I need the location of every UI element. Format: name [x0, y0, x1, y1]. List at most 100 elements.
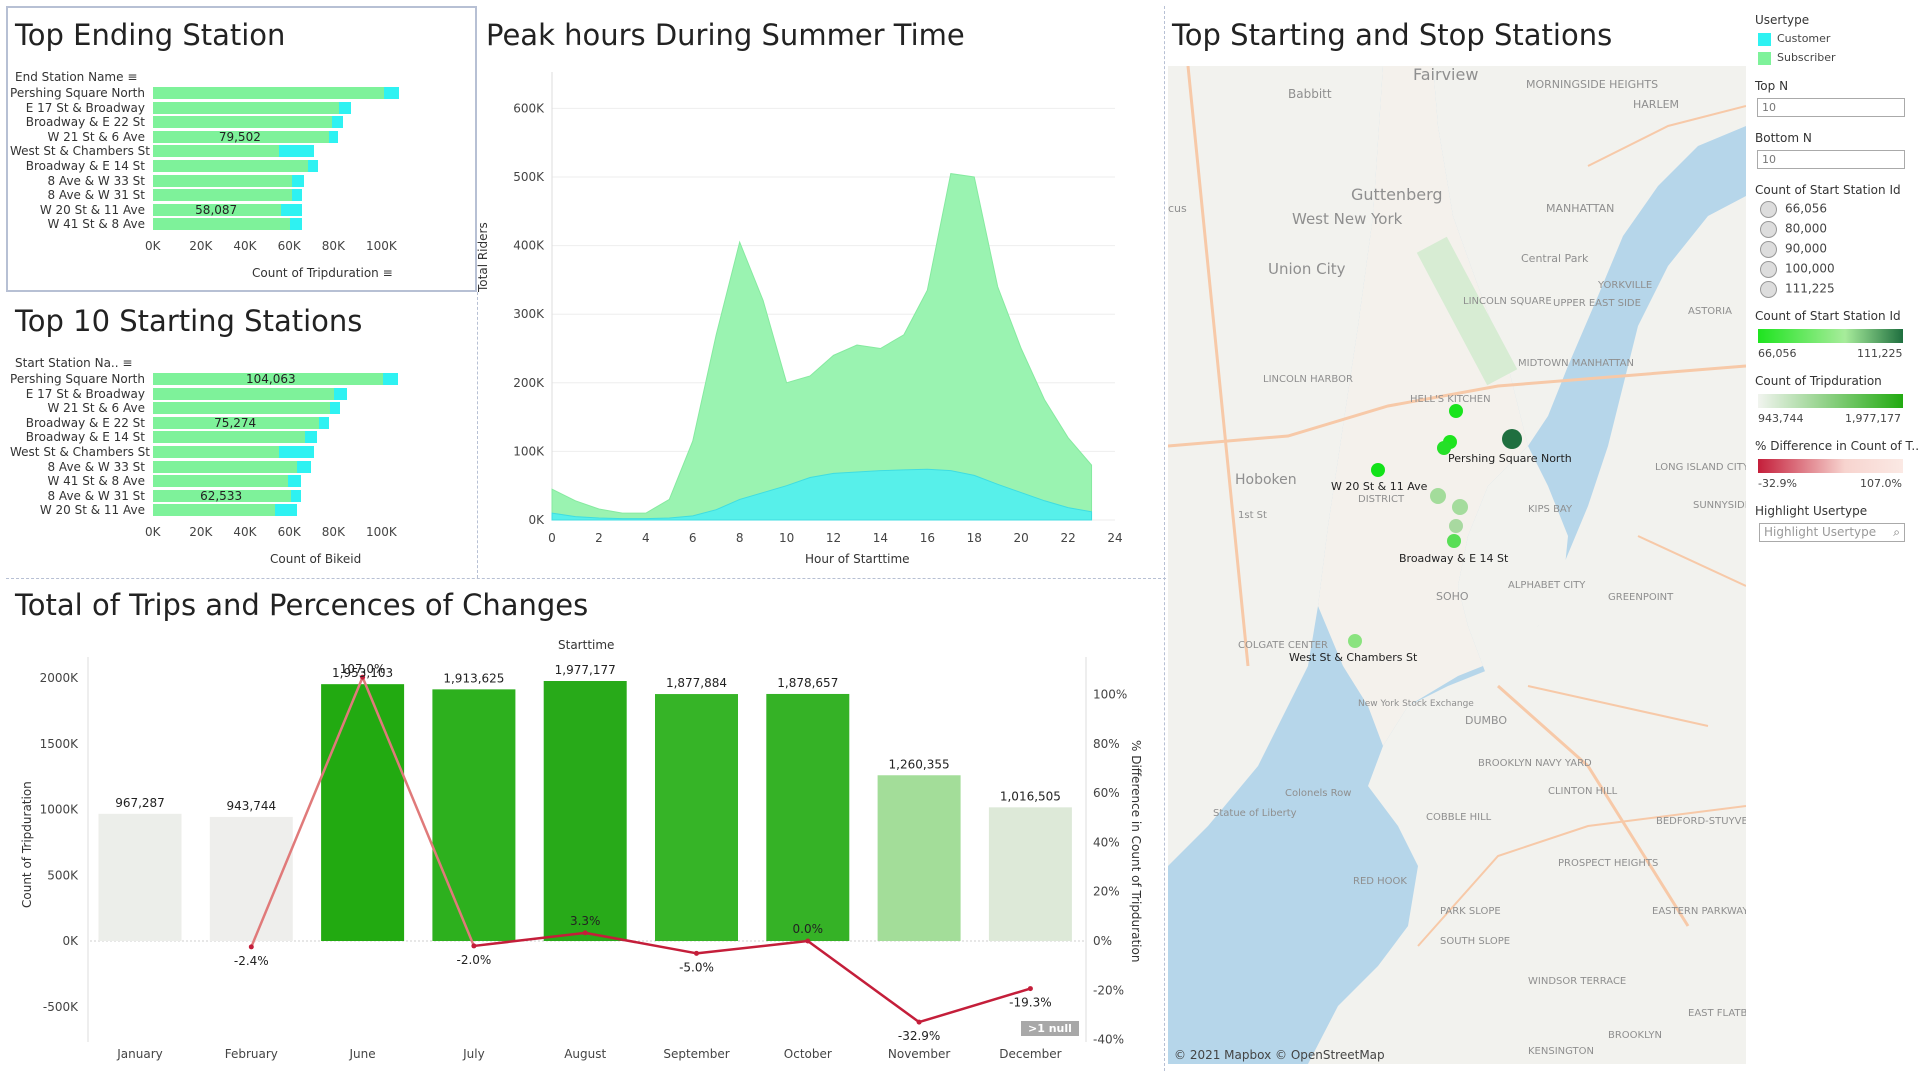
month-bar[interactable] — [655, 694, 738, 941]
month-bar[interactable] — [321, 684, 405, 941]
size-legend-label: 111,225 — [1785, 281, 1835, 296]
station-marker[interactable] — [1447, 534, 1461, 548]
pct-point[interactable] — [694, 950, 699, 956]
map-place-label: EASTERN PARKWAY — [1652, 906, 1746, 917]
bar-row[interactable] — [153, 174, 453, 187]
customer-bar[interactable] — [292, 174, 305, 187]
bar-row[interactable] — [153, 145, 453, 158]
customer-bar[interactable] — [383, 87, 400, 99]
sort-icon[interactable]: ≡ — [383, 266, 393, 280]
map-attribution[interactable]: © 2021 Mapbox © OpenStreetMap — [1174, 1048, 1385, 1062]
bar-row[interactable] — [153, 218, 453, 231]
bar-row[interactable] — [153, 160, 453, 172]
legend-subscriber[interactable]: Subscriber — [1758, 51, 1836, 65]
station-marker[interactable] — [1371, 463, 1385, 477]
subscriber-bar[interactable] — [153, 460, 297, 473]
month-bar[interactable] — [98, 813, 182, 941]
subscriber-bar[interactable] — [153, 218, 291, 231]
subscriber-bar[interactable] — [153, 431, 306, 444]
bar-row[interactable] — [153, 431, 453, 444]
subscriber-bar[interactable] — [153, 160, 308, 172]
station-label: Broadway & E 14 St — [1399, 552, 1509, 565]
station-marker-pershing[interactable] — [1502, 429, 1522, 449]
bar-row[interactable] — [153, 387, 453, 400]
topn-input[interactable]: 10 — [1757, 98, 1905, 117]
station-name: Broadway & E 14 St — [25, 430, 145, 445]
size-legend-item: 100,000 — [1760, 261, 1835, 278]
subscriber-bar[interactable] — [153, 87, 384, 99]
trips-chart[interactable]: 2000K 1500K 1000K 500K 0K -500K 100% 80% 60% 40% 2… — [0, 652, 1164, 1077]
month-bar[interactable] — [766, 693, 850, 941]
station-marker[interactable] — [1449, 519, 1463, 533]
customer-bar[interactable] — [287, 475, 302, 488]
pct-point[interactable] — [805, 938, 811, 944]
customer-bar[interactable] — [278, 145, 315, 158]
pct-point[interactable] — [916, 1019, 922, 1025]
pct-point[interactable] — [471, 943, 477, 949]
bar-row[interactable] — [153, 130, 453, 143]
month-bar[interactable] — [543, 681, 627, 941]
legend-customer[interactable]: Customer — [1758, 32, 1830, 46]
customer-bar[interactable] — [319, 416, 330, 429]
month-bar[interactable] — [988, 807, 1072, 941]
customer-bar[interactable] — [274, 504, 297, 517]
map-view[interactable]: Fairview Babbitt MORNINGSIDE HEIGHTS HARLEM… — [1168, 66, 1746, 1064]
bar-row[interactable] — [153, 460, 453, 473]
bar-row[interactable] — [153, 101, 453, 114]
customer-bar[interactable] — [278, 446, 315, 458]
bar-row[interactable] — [153, 402, 453, 415]
subscriber-bar[interactable] — [153, 446, 279, 458]
customer-bar[interactable] — [290, 218, 303, 231]
subscriber-bar[interactable] — [153, 101, 339, 114]
customer-bar[interactable] — [382, 373, 399, 385]
x-tick: 22 — [1060, 531, 1075, 545]
month-bar[interactable] — [432, 689, 516, 941]
bar-row[interactable] — [153, 446, 453, 458]
customer-bar[interactable] — [292, 189, 303, 202]
peak-chart[interactable]: 0K100K200K300K400K500K600K0 2 4 6 8 10 12 14 16 1… — [480, 60, 1160, 570]
customer-bar[interactable] — [296, 460, 311, 473]
pct-point[interactable] — [1027, 986, 1033, 992]
station-marker[interactable] — [1452, 499, 1468, 515]
pct-point[interactable] — [248, 944, 254, 950]
subscriber-bar[interactable] — [153, 116, 332, 129]
start-station-field-label[interactable]: Start Station Na.. ≡ — [15, 356, 132, 370]
customer-bar[interactable] — [329, 402, 340, 415]
subscriber-bar[interactable] — [153, 402, 330, 415]
bar-row[interactable] — [153, 189, 453, 202]
bar-row[interactable] — [153, 504, 453, 517]
customer-bar[interactable] — [328, 130, 338, 143]
bar-value-label: 1,913,625 — [443, 671, 504, 685]
highlight-search[interactable]: Highlight Usertype ⌕ — [1759, 523, 1905, 542]
end-station-field-label[interactable]: End Station Name ≡ — [15, 70, 137, 84]
bar-row[interactable] — [153, 373, 453, 385]
station-marker[interactable] — [1348, 634, 1362, 648]
bar-row[interactable] — [153, 475, 453, 488]
sort-icon[interactable]: ≡ — [122, 356, 132, 370]
pct-point[interactable] — [582, 930, 588, 936]
subscriber-bar[interactable] — [153, 387, 335, 400]
station-marker[interactable] — [1449, 404, 1463, 418]
month-bar[interactable] — [877, 775, 961, 941]
customer-bar[interactable] — [334, 387, 348, 400]
map-place-label: Fairview — [1413, 66, 1478, 84]
subscriber-bar[interactable] — [153, 475, 288, 488]
customer-bar[interactable] — [291, 489, 302, 502]
customer-bar[interactable] — [305, 431, 317, 444]
subscriber-bar[interactable] — [153, 504, 275, 517]
null-badge[interactable]: >1 null — [1021, 1021, 1079, 1036]
customer-bar[interactable] — [307, 160, 318, 172]
bar-row[interactable] — [153, 87, 453, 99]
bar-row[interactable] — [153, 489, 453, 502]
bar-row[interactable] — [153, 416, 453, 429]
subscriber-bar[interactable] — [153, 189, 293, 202]
customer-bar[interactable] — [332, 116, 344, 129]
bar-row[interactable] — [153, 116, 453, 129]
subscriber-bar[interactable] — [153, 145, 279, 158]
sort-icon[interactable]: ≡ — [127, 70, 137, 84]
customer-bar[interactable] — [338, 101, 351, 114]
station-marker[interactable] — [1430, 488, 1446, 504]
customer-bar[interactable] — [281, 203, 303, 216]
subscriber-bar[interactable] — [153, 174, 293, 187]
bottomn-input[interactable]: 10 — [1757, 150, 1905, 169]
